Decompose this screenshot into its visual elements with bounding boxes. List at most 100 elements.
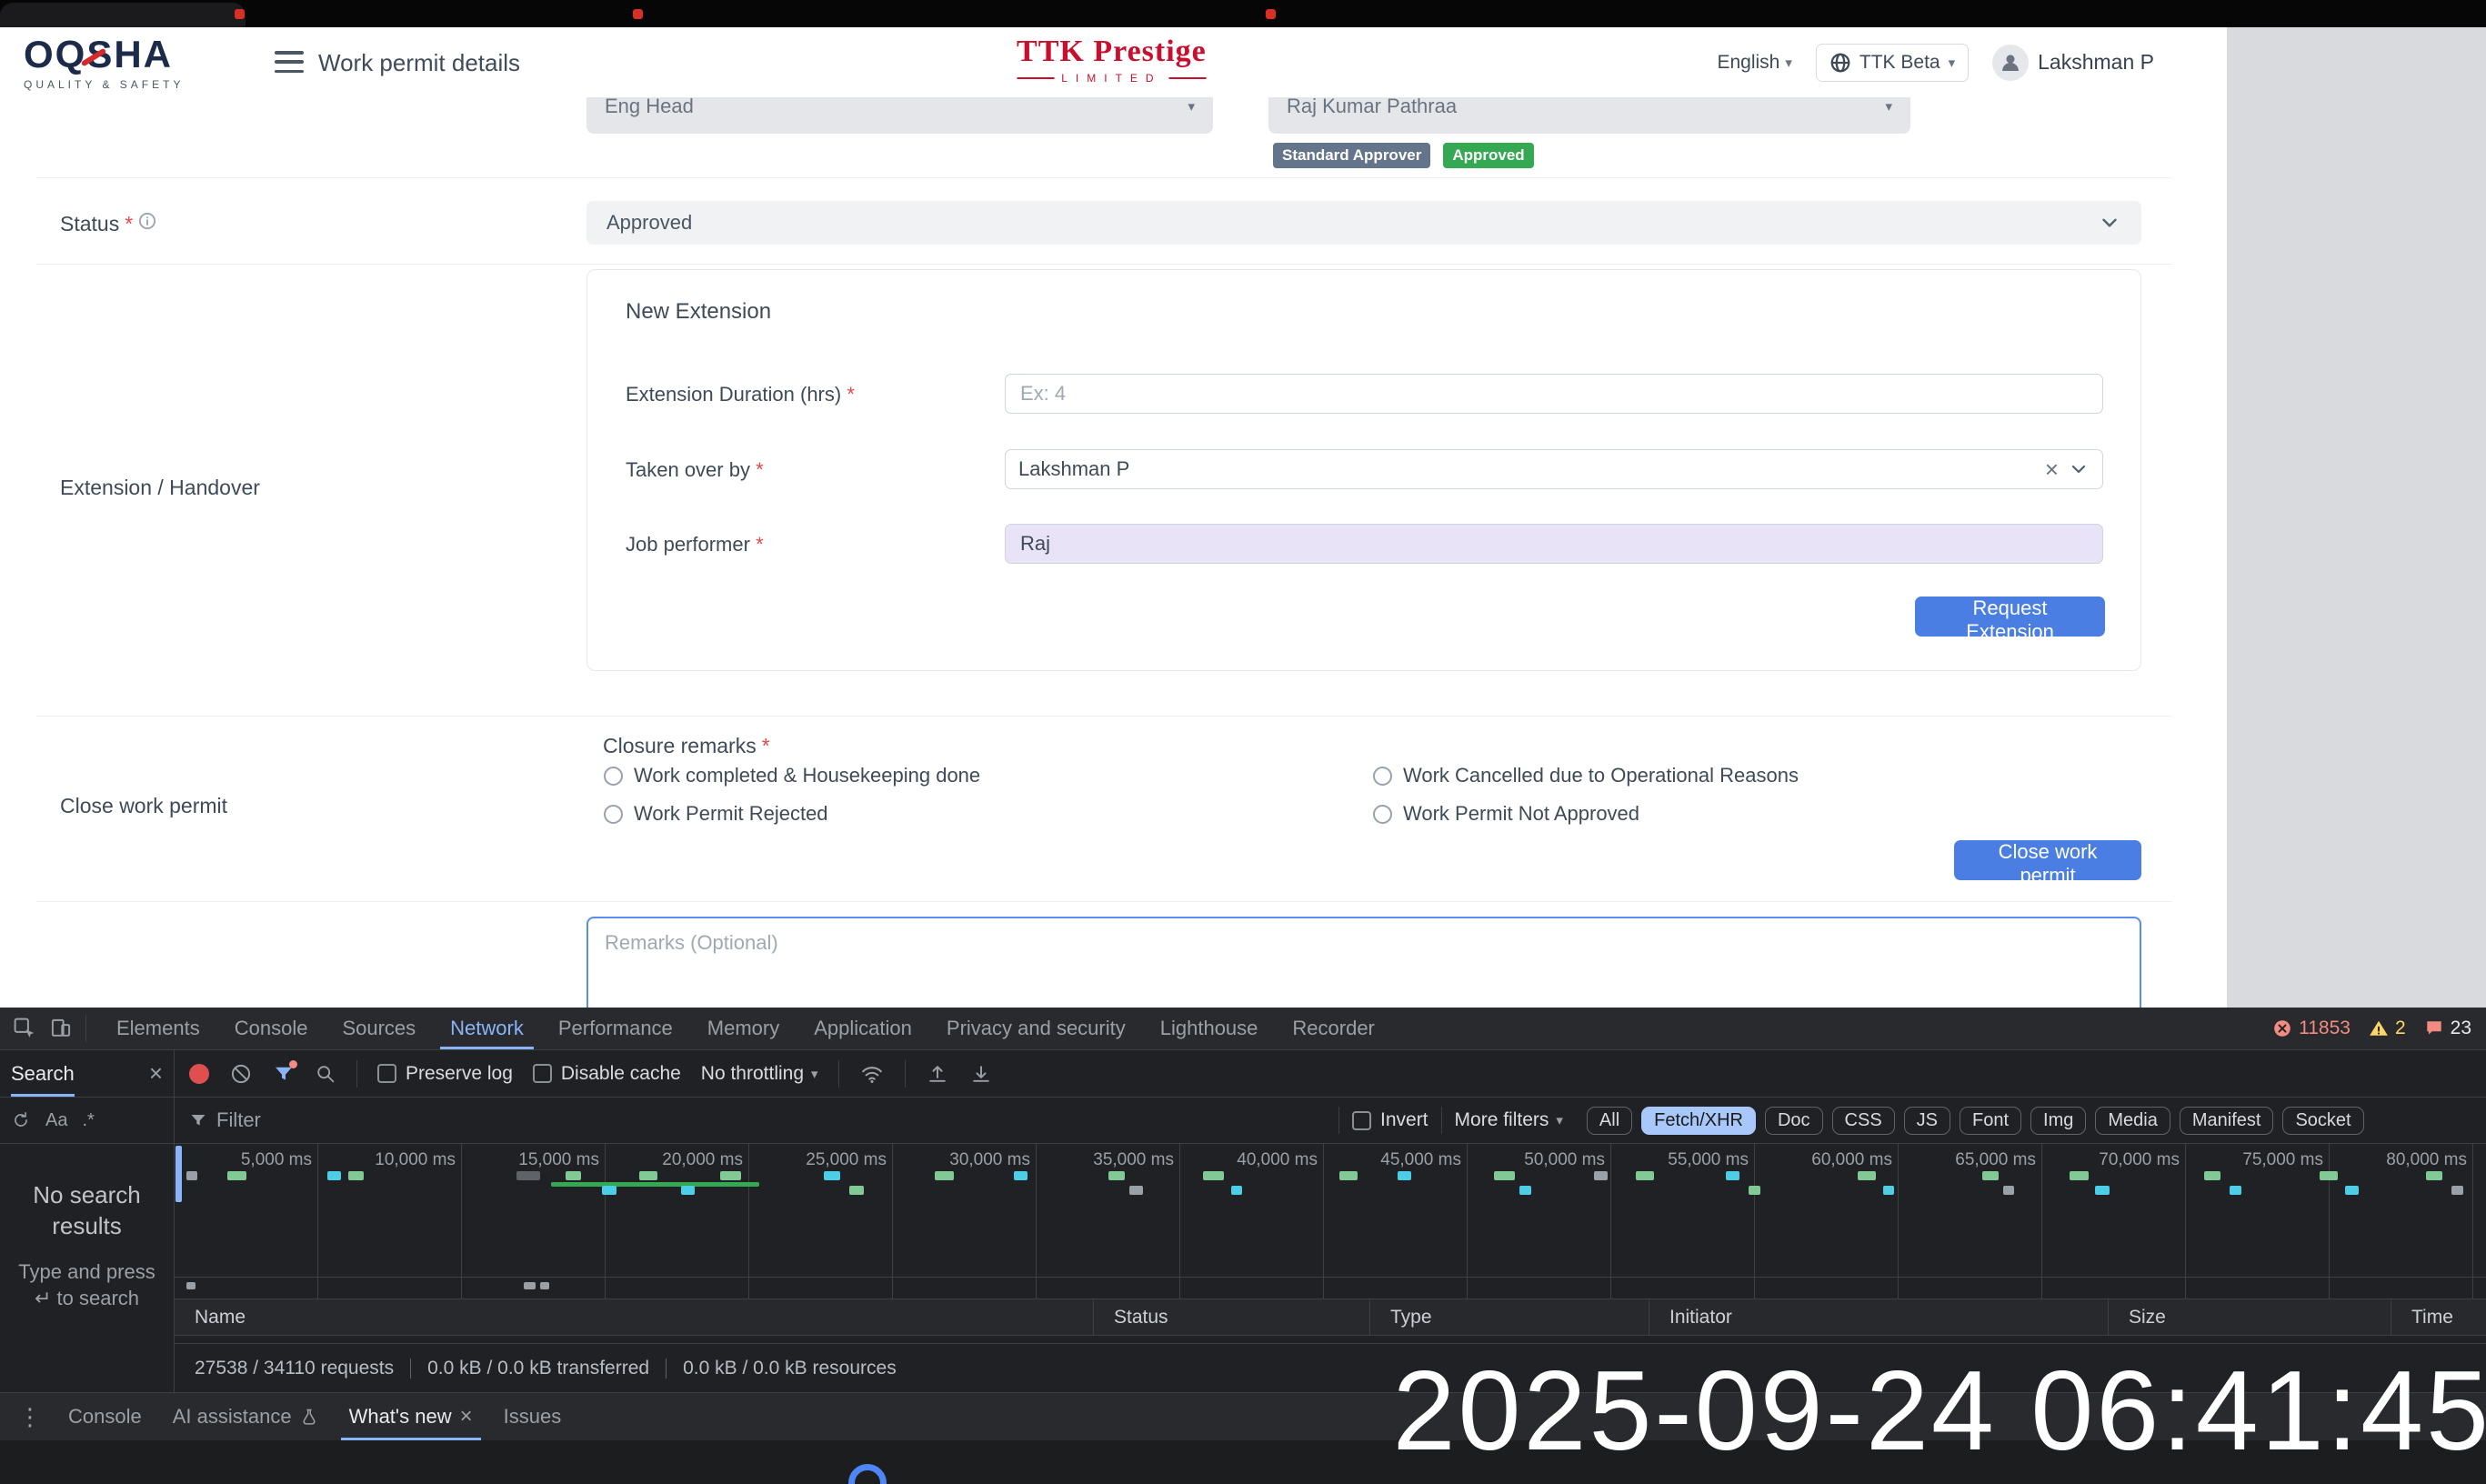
devtools: ElementsConsoleSourcesNetworkPerformance… xyxy=(0,1008,2486,1484)
chevron-down-icon: ▾ xyxy=(1949,55,1956,71)
radio-icon[interactable] xyxy=(1373,805,1392,824)
filter-chip[interactable]: Img xyxy=(2030,1107,2086,1135)
status-select[interactable]: Approved xyxy=(586,201,2141,245)
devtools-tab[interactable]: Sources xyxy=(325,1008,433,1049)
invert-checkbox[interactable]: Invert xyxy=(1352,1109,1428,1131)
devtools-tab[interactable]: Performance xyxy=(541,1008,690,1049)
duration-input[interactable] xyxy=(1005,374,2103,414)
network-filter-input[interactable] xyxy=(216,1108,1326,1132)
filter-chip[interactable]: Fetch/XHR xyxy=(1641,1107,1756,1135)
filter-chip[interactable]: Manifest xyxy=(2180,1107,2274,1135)
device-toolbar-icon[interactable] xyxy=(49,1017,73,1040)
search-network-icon[interactable] xyxy=(315,1063,336,1085)
divider xyxy=(905,1060,906,1088)
checkbox-icon[interactable] xyxy=(533,1064,552,1083)
devtools-tab[interactable]: Privacy and security xyxy=(929,1008,1143,1049)
table-column-header[interactable]: Type xyxy=(1370,1299,1649,1335)
drawer-tab[interactable]: Console × xyxy=(53,1393,157,1440)
devtools-tab[interactable]: Network xyxy=(433,1008,541,1049)
drawer-tab[interactable]: What's new × xyxy=(334,1393,488,1440)
radio-icon[interactable] xyxy=(604,767,623,786)
requests-table-body[interactable] xyxy=(175,1336,2486,1343)
filter-chip[interactable]: Socket xyxy=(2282,1107,2363,1135)
filter-funnel-icon[interactable] xyxy=(273,1063,295,1085)
extension-section-label: Extension / Handover xyxy=(60,476,260,500)
inspect-element-icon[interactable] xyxy=(13,1017,36,1040)
clear-network-log-icon[interactable] xyxy=(229,1062,253,1086)
refresh-icon[interactable] xyxy=(11,1110,31,1130)
request-extension-button[interactable]: Request Extension xyxy=(1915,597,2105,637)
search-tab[interactable]: Search xyxy=(11,1050,75,1097)
timeline-canvas[interactable] xyxy=(175,1144,2486,1298)
match-case-toggle[interactable]: Aa xyxy=(45,1110,67,1131)
close-work-permit-button[interactable]: Close work permit xyxy=(1954,840,2141,880)
filter-chip[interactable]: Media xyxy=(2095,1107,2170,1135)
duration-label: Extension Duration (hrs) * xyxy=(626,383,855,406)
filter-chip[interactable]: JS xyxy=(1904,1107,1950,1135)
drawer-tab[interactable]: AI assistance × xyxy=(157,1393,334,1440)
filter-chip[interactable]: CSS xyxy=(1832,1107,1895,1135)
remarks-textarea[interactable] xyxy=(586,917,2141,1008)
checkbox-icon[interactable] xyxy=(377,1064,396,1083)
closure-option[interactable]: Work Permit Rejected xyxy=(604,802,980,826)
resources-size: 0.0 kB / 0.0 kB resources xyxy=(683,1358,897,1379)
filter-chip[interactable]: Font xyxy=(1960,1107,2021,1135)
chevron-down-icon: ▾ xyxy=(1188,98,1195,115)
devtools-tab[interactable]: Elements xyxy=(99,1008,217,1049)
browser-tab[interactable] xyxy=(0,3,246,27)
drawer-tab[interactable]: Issues × xyxy=(488,1393,577,1440)
devtools-tab[interactable]: Memory xyxy=(690,1008,797,1049)
devtools-tab[interactable]: Console xyxy=(217,1008,326,1049)
more-tools-icon[interactable]: ⋮ xyxy=(7,1393,53,1440)
table-column-header[interactable]: Size xyxy=(2109,1299,2391,1335)
network-conditions-icon[interactable] xyxy=(859,1061,885,1087)
search-panel-header: Search × xyxy=(0,1050,174,1098)
warning-counter[interactable]: 2 xyxy=(2369,1018,2406,1039)
regex-toggle[interactable]: .* xyxy=(82,1110,94,1131)
disable-cache-checkbox[interactable]: Disable cache xyxy=(533,1063,681,1085)
user-menu[interactable]: Lakshman P xyxy=(1992,45,2154,81)
import-har-icon[interactable] xyxy=(926,1062,949,1086)
more-filters-dropdown[interactable]: More filters ▾ xyxy=(1455,1109,1563,1131)
table-column-header[interactable]: Time xyxy=(2391,1299,2486,1335)
record-network-log-icon[interactable] xyxy=(189,1064,209,1084)
chevron-down-icon: ▾ xyxy=(1785,55,1792,71)
clear-selection-icon[interactable]: × xyxy=(2036,456,2068,484)
browser-chrome-bar xyxy=(0,0,2486,27)
job-performer-input[interactable] xyxy=(1005,524,2103,564)
radio-icon[interactable] xyxy=(604,805,623,824)
drawer-tabs: Console × AI assistance × xyxy=(53,1393,576,1440)
issues-counter[interactable]: 23 xyxy=(2424,1018,2471,1039)
closure-option[interactable]: Work completed & Housekeeping done xyxy=(604,764,980,787)
devtools-tab[interactable]: Application xyxy=(797,1008,929,1049)
table-column-header[interactable]: Name xyxy=(175,1299,1094,1335)
network-overview-timeline[interactable]: 5,000 ms10,000 ms15,000 ms20,000 ms25,00… xyxy=(175,1144,2486,1299)
filter-chip[interactable]: Doc xyxy=(1765,1107,1823,1135)
radio-icon[interactable] xyxy=(1373,767,1392,786)
closure-option[interactable]: Work Permit Not Approved xyxy=(1373,802,1799,826)
throttling-select[interactable]: No throttling ▾ xyxy=(701,1063,818,1085)
devtools-body: Search × Aa .* No search results Type an… xyxy=(0,1050,2486,1392)
checkbox-icon[interactable] xyxy=(1352,1111,1371,1130)
preserve-log-checkbox[interactable]: Preserve log xyxy=(377,1063,513,1085)
table-column-header[interactable]: Initiator xyxy=(1649,1299,2109,1335)
closure-option[interactable]: Work Cancelled due to Operational Reason… xyxy=(1373,764,1799,787)
tab-favicon-marker xyxy=(235,9,245,19)
taken-over-select[interactable]: Lakshman P × xyxy=(1005,449,2103,489)
network-panel: Preserve log Disable cache No throttling… xyxy=(175,1050,2486,1392)
search-panel: Search × Aa .* No search results Type an… xyxy=(0,1050,175,1392)
language-dropdown[interactable]: English ▾ xyxy=(1717,52,1791,74)
error-icon xyxy=(2272,1018,2292,1038)
environment-dropdown[interactable]: TTK Beta ▾ xyxy=(1816,44,1969,82)
export-har-icon[interactable] xyxy=(969,1062,993,1086)
table-column-header[interactable]: Status xyxy=(1094,1299,1370,1335)
error-counter[interactable]: 11853 xyxy=(2272,1018,2351,1039)
close-icon[interactable]: × xyxy=(460,1404,473,1429)
info-icon[interactable] xyxy=(138,212,156,230)
search-hint-text: Type and press ↵ to search xyxy=(11,1258,163,1312)
filter-chip[interactable]: All xyxy=(1587,1107,1632,1135)
close-icon[interactable]: × xyxy=(149,1059,163,1088)
devtools-tab[interactable]: Lighthouse xyxy=(1143,1008,1276,1049)
devtools-tab[interactable]: Recorder xyxy=(1275,1008,1391,1049)
hamburger-menu-icon[interactable] xyxy=(275,51,304,73)
